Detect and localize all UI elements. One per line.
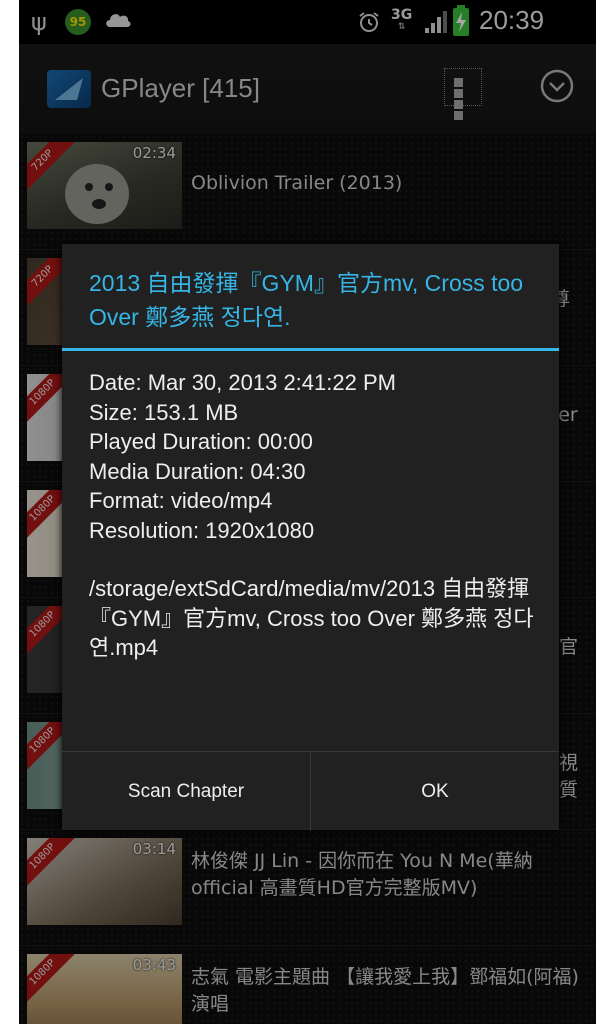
- file-path: /storage/extSdCard/media/mv/2013 自由發揮『GY…: [89, 576, 534, 660]
- scan-chapter-button[interactable]: Scan Chapter: [62, 752, 311, 831]
- dialog-title: 2013 自由發揮『GYM』官方mv, Cross too Over 鄭多燕 정…: [89, 270, 524, 330]
- dialog-button-bar: Scan Chapter OK: [62, 751, 559, 831]
- info-media-duration: Media Duration: 04:30: [89, 458, 306, 484]
- video-info-dialog: 2013 自由發揮『GYM』官方mv, Cross too Over 鄭多燕 정…: [62, 244, 559, 831]
- dialog-divider: [62, 348, 559, 351]
- phone-screen: ψ 95 3G ⇅ 20:39 GPlayer [415] 720P 02:34 …: [19, 0, 596, 1024]
- info-format: Format: video/mp4: [89, 488, 273, 513]
- info-played-duration: Played Duration: 00:00: [89, 429, 313, 454]
- info-resolution: Resolution: 1920x1080: [89, 517, 315, 543]
- dialog-body: Date: Mar 30, 2013 2:41:22 PM Size: 153.…: [89, 368, 539, 663]
- ok-button[interactable]: OK: [311, 752, 559, 831]
- info-size: Size: 153.1 MB: [89, 399, 239, 425]
- info-date: Date: Mar 30, 2013 2:41:22 PM: [89, 370, 396, 395]
